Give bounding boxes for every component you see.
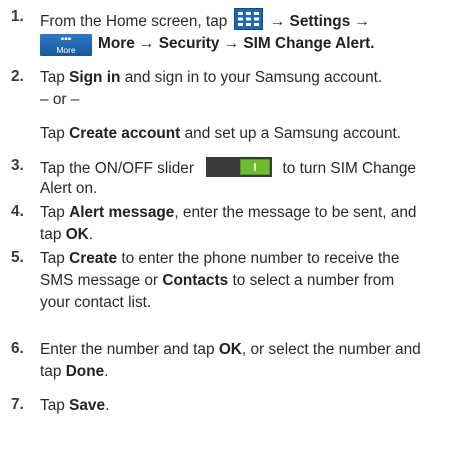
step-5-line-2: SMS message or Contacts to select a numb… xyxy=(40,271,394,291)
step-3-line-2: Alert on. xyxy=(40,179,97,199)
step-5-line-1: Tap Create to enter the phone number to … xyxy=(40,249,399,269)
step-text: to enter the phone number to receive the xyxy=(121,250,400,267)
step-text: and sign in to your Samsung account. xyxy=(124,69,383,86)
apps-grid-icon xyxy=(233,8,263,30)
step-number: 6. xyxy=(11,340,24,357)
step-text: and set up a Samsung account. xyxy=(184,125,402,142)
step-bold-text: Sign in xyxy=(69,69,121,86)
step-6-line-1: Enter the number and tap OK, or select t… xyxy=(40,340,421,360)
step-text: , or select the number and xyxy=(241,341,421,358)
step-text: Tap the ON/OFF slider xyxy=(40,160,194,177)
step-2-line-alt: Tap Create account and set up a Samsung … xyxy=(40,124,401,144)
step-6-line-2: tap Done. xyxy=(40,362,108,382)
step-bold-text: Create xyxy=(69,250,118,267)
step-number: 7. xyxy=(11,396,24,413)
step-text: Tap xyxy=(40,397,65,414)
step-bold-text: Contacts xyxy=(162,272,229,289)
step-text: . xyxy=(104,363,109,380)
step-3-line-1: Tap the ON/OFF slider to turn SIM Change xyxy=(40,157,416,179)
step-bold-text: Alert message xyxy=(69,204,175,221)
step-bold-text: Create account xyxy=(69,125,181,142)
step-number: 2. xyxy=(11,68,24,85)
step-bold-text: OK xyxy=(65,226,89,243)
step-bold-text: Save xyxy=(69,397,106,414)
step-bold-text: OK xyxy=(218,341,242,358)
step-text: tap xyxy=(40,226,62,243)
step-4-line-1: Tap Alert message, enter the message to … xyxy=(40,203,416,223)
step-2-or: – or – xyxy=(40,90,79,110)
step-text: From the Home screen, tap xyxy=(40,13,228,30)
step-1-line-2: ▪▪▪ More More → Security → SIM Change Al… xyxy=(40,34,375,56)
step-bold-text: → Settings → xyxy=(269,13,370,30)
step-text: Enter the number and tap xyxy=(40,341,215,358)
step-text: tap xyxy=(40,363,62,380)
step-number: 1. xyxy=(11,8,24,25)
step-text: . xyxy=(88,226,94,243)
step-text: Tap xyxy=(40,250,65,267)
step-text: your contact list. xyxy=(40,294,152,311)
step-text: Tap xyxy=(40,125,65,142)
step-bold-text: Done xyxy=(65,363,105,380)
step-number: 3. xyxy=(11,157,24,174)
instruction-page: 1. From the Home screen, tap → Settings … xyxy=(0,0,472,469)
step-7-line-1: Tap Save. xyxy=(40,396,109,416)
step-4-line-2: tap OK. xyxy=(40,225,93,245)
step-text: , enter the message to be sent, and xyxy=(174,204,417,221)
on-off-slider-icon xyxy=(206,157,273,177)
step-bold-text: More → Security → SIM Change Alert. xyxy=(98,35,375,52)
more-icon-label: More xyxy=(56,45,76,55)
step-2-line-1: Tap Sign in and sign in to your Samsung … xyxy=(40,68,382,88)
step-text: SMS message or xyxy=(40,272,159,289)
step-text: Tap xyxy=(40,69,65,86)
step-text: Alert on. xyxy=(40,180,98,197)
step-1-line-1: From the Home screen, tap → Settings → xyxy=(40,8,370,32)
more-icon: ▪▪▪ More xyxy=(40,34,92,56)
step-text: to select a number from xyxy=(232,272,395,289)
step-text: to turn SIM Change xyxy=(282,160,416,177)
step-5-line-3: your contact list. xyxy=(40,293,151,313)
step-text: . xyxy=(105,397,110,414)
step-number: 4. xyxy=(11,203,24,220)
or-separator: – or – xyxy=(40,91,80,108)
step-text: Tap xyxy=(40,204,65,221)
step-number: 5. xyxy=(11,249,24,266)
